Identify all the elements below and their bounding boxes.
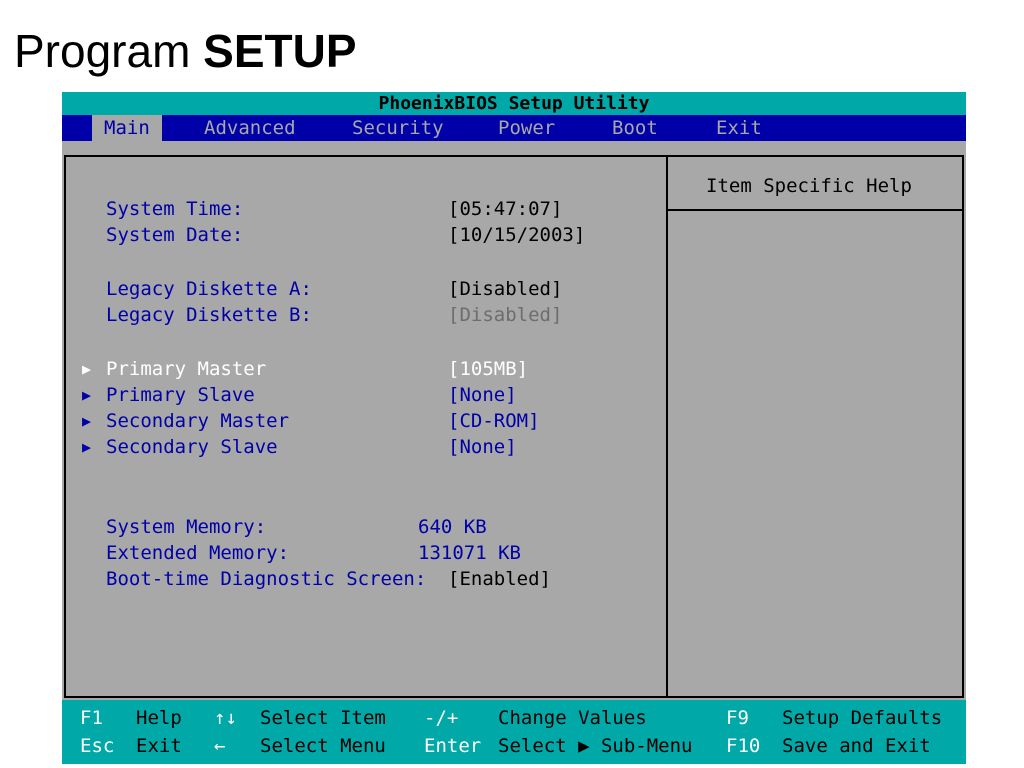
menu-bar: Main Advanced Security Power Boot Exit [62,115,966,141]
menu-main[interactable]: Main [92,115,162,141]
footer-desc: Save and Exit [782,735,931,757]
setting-value: [None] [448,384,517,406]
setting-label: System Memory: [106,516,267,538]
bios-window: PhoenixBIOS Setup Utility Main Advanced … [62,92,966,764]
setting-label: System Date: [106,224,244,246]
footer-key: F10 [726,735,761,757]
footer-desc: Exit [136,735,182,757]
setting-label: Legacy Diskette B: [106,304,312,326]
settings-frame: Item Specific Help System Time: [05:47:0… [64,155,964,698]
main-panel: Item Specific Help System Time: [05:47:0… [62,141,966,700]
setting-label: Secondary Slave [106,436,278,458]
footer-key: Esc [80,735,115,757]
setting-label: Secondary Master [106,410,290,432]
setting-value[interactable]: [Enabled] [448,567,551,591]
slide-title-bold: SETUP [203,25,357,77]
footer-desc: Select Item [260,707,386,729]
menu-advanced[interactable]: Advanced [192,115,308,141]
slide-title-normal: Program [14,25,204,77]
footer-desc: Select ▶ Sub-Menu [498,735,693,757]
slide-title: Program SETUP [14,28,357,74]
menu-power[interactable]: Power [486,115,567,141]
setting-label: Boot-time Diagnostic Screen: [106,568,427,590]
setting-value: [105MB] [448,358,529,380]
submenu-arrow-icon: ▶ [82,438,92,456]
submenu-arrow-icon: ▶ [82,412,92,430]
setting-value: 640 KB [418,516,487,538]
footer-key: F1 [80,707,103,729]
footer-key: ← [214,735,226,757]
submenu-arrow-icon: ▶ [82,386,92,404]
footer-desc: Setup Defaults [782,707,943,729]
setting-value: [CD-ROM] [448,410,540,432]
setting-label: Primary Master [106,358,267,380]
setting-value: 131071 KB [418,542,521,564]
menu-exit[interactable]: Exit [704,115,774,141]
footer-desc: Help [136,707,182,729]
footer-desc: Change Values [498,707,647,729]
footer-row-1: F1 Help ↑↓ Select Item -/+ Change Values… [62,704,966,732]
footer-key: F9 [726,707,749,729]
menu-security[interactable]: Security [340,115,456,141]
bios-title: PhoenixBIOS Setup Utility [62,92,966,115]
setting-value: [Disabled] [448,304,563,326]
footer-row-2: Esc Exit ← Select Menu Enter Select ▶ Su… [62,732,966,760]
divider-horizontal [668,209,962,211]
setting-value[interactable]: [Disabled] [448,277,562,301]
menu-boot[interactable]: Boot [600,115,670,141]
setting-label: System Time: [106,198,244,220]
submenu-arrow-icon: ▶ [82,360,92,378]
footer-desc: Select Menu [260,735,386,757]
divider-vertical [666,157,668,696]
setting-value[interactable]: [05:47:07] [448,197,562,221]
footer-key: -/+ [424,707,459,729]
setting-label: Primary Slave [106,384,255,406]
footer-key: Enter [424,735,482,757]
setting-label: Extended Memory: [106,542,290,564]
help-title: Item Specific Help [706,175,912,197]
setting-value: [None] [448,436,517,458]
footer-key: ↑↓ [214,707,237,729]
setting-value[interactable]: [10/15/2003] [448,223,585,247]
key-legend-footer: F1 Help ↑↓ Select Item -/+ Change Values… [62,700,966,764]
setting-label: Legacy Diskette A: [106,278,312,300]
